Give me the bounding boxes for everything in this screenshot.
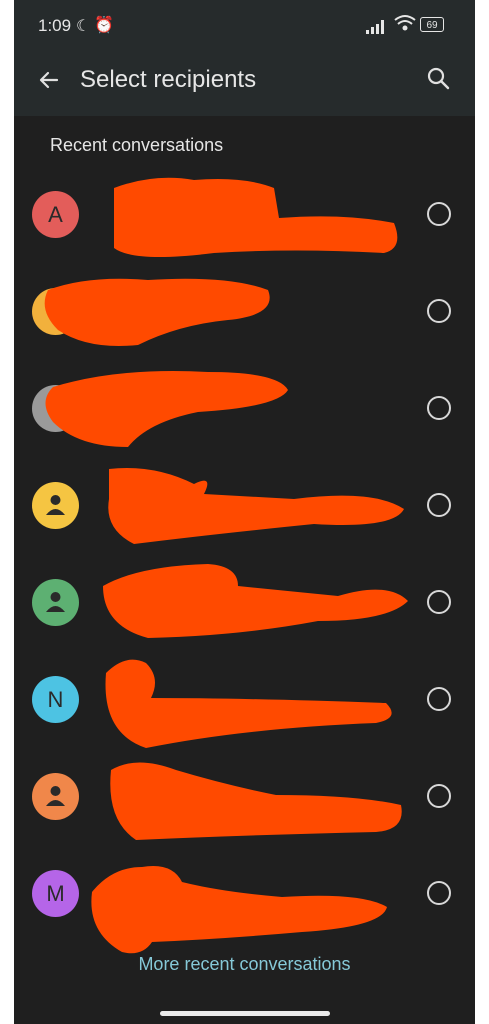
redaction-mark: [45, 371, 288, 447]
contact-avatar: M: [32, 870, 79, 917]
person-icon: [32, 579, 79, 626]
person-icon: [32, 482, 79, 529]
redaction-mark: [105, 659, 392, 748]
contact-row[interactable]: A: [14, 168, 475, 265]
contact-row[interactable]: N: [14, 653, 475, 750]
select-radio[interactable]: [427, 493, 451, 517]
gesture-nav-bar[interactable]: [160, 1011, 330, 1016]
redaction-mark: [114, 177, 398, 257]
battery-icon: 69: [420, 17, 444, 32]
more-conversations-link[interactable]: More recent conversations: [14, 954, 475, 975]
section-label: Recent conversations: [50, 135, 224, 155]
select-radio[interactable]: [427, 299, 451, 323]
contact-avatar: A: [32, 191, 79, 238]
select-radio[interactable]: [427, 784, 451, 808]
select-radio[interactable]: [427, 590, 451, 614]
search-icon[interactable]: [426, 66, 456, 96]
signal-icon: [366, 20, 390, 39]
contact-row[interactable]: M: [14, 847, 475, 954]
contact-row[interactable]: [14, 750, 475, 847]
app-bar: Select recipients: [14, 54, 475, 116]
contact-row[interactable]: [14, 362, 475, 459]
person-icon: [32, 773, 79, 820]
contact-row[interactable]: [14, 459, 475, 556]
contact-row[interactable]: [14, 265, 475, 362]
select-radio[interactable]: [427, 687, 451, 711]
redaction-mark: [108, 468, 405, 544]
select-radio[interactable]: [427, 881, 451, 905]
status-bar: 1:09 ☾ ⏰ 69: [14, 0, 475, 54]
redaction-mark: [110, 762, 402, 840]
contact-avatar: N: [32, 676, 79, 723]
select-radio[interactable]: [427, 396, 451, 420]
page-title: Select recipients: [80, 66, 257, 93]
select-radio[interactable]: [427, 202, 451, 226]
back-arrow-icon[interactable]: [34, 68, 64, 98]
moon-icon: ☾: [76, 18, 91, 35]
status-time: 1:09: [38, 16, 72, 35]
redaction-mark: [91, 866, 387, 954]
redaction-mark: [44, 278, 270, 346]
redaction-mark: [103, 564, 408, 638]
alarm-icon: ⏰: [94, 17, 114, 34]
contact-row[interactable]: [14, 556, 475, 653]
wifi-icon: [394, 14, 416, 37]
phone-screen: 1:09 ☾ ⏰ 69 Select recipients Recent con…: [14, 0, 475, 1024]
